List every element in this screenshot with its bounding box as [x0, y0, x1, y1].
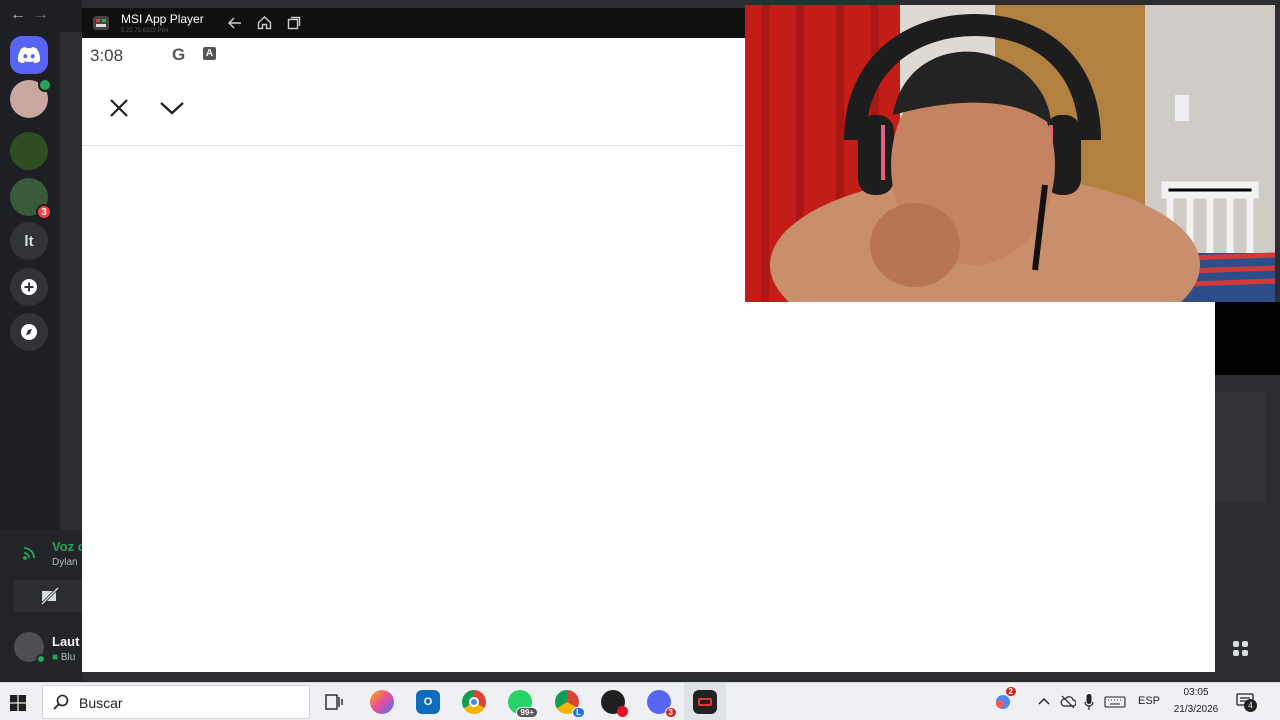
discord-taskbar-icon[interactable]: 3 [647, 690, 677, 718]
chrome-profile-badge: L [572, 707, 585, 718]
chevron-up-icon[interactable] [1038, 697, 1050, 705]
gamepad-icon: ■ [52, 652, 61, 663]
voice-status: Voz c [52, 539, 85, 554]
user-name: Laut [52, 634, 80, 649]
outlook-icon[interactable]: O [416, 690, 440, 714]
taskbar: Buscar O 99+ L 3 2 ESP 03:05 21/3/2026 4 [0, 682, 1280, 720]
back-arrow-icon[interactable]: ← [10, 6, 26, 24]
grid-icon[interactable] [1232, 640, 1250, 658]
chrome-profile-icon[interactable]: L [555, 690, 585, 718]
emulator-window: MSI App Player 5.22.75.6322 P64 3:08 G A [82, 8, 745, 672]
notifications-badge: 4 [1244, 699, 1257, 712]
server-avatar-2[interactable] [10, 132, 48, 170]
notification-center-icon[interactable]: 4 [1236, 693, 1257, 712]
explore-icon[interactable] [10, 313, 48, 351]
voice-channel-name[interactable]: Dylan [52, 557, 78, 568]
widgets-icon[interactable]: 2 [991, 686, 1017, 714]
copilot-icon[interactable] [370, 690, 394, 714]
server-avatar-3[interactable]: 3 [10, 178, 52, 220]
close-icon[interactable] [109, 98, 129, 118]
server-rail: 3 lt [0, 32, 60, 532]
avatar[interactable] [14, 632, 46, 664]
whatsapp-icon[interactable]: 99+ [508, 690, 538, 718]
user-status-text: Blu [60, 652, 76, 663]
black-strip [1215, 302, 1280, 375]
user-status: ■ Blu [52, 652, 75, 663]
chevron-down-icon[interactable] [159, 100, 185, 116]
search-icon [53, 694, 69, 710]
microphone-icon[interactable] [1084, 693, 1094, 711]
msi-app-player-taskbar-icon[interactable] [693, 690, 717, 714]
divider [82, 145, 745, 146]
onedrive-offline-icon[interactable] [1060, 695, 1076, 709]
voice-panel: Voz c Dylan Laut ■ Blu [0, 530, 85, 682]
discord-member-panel [1215, 392, 1265, 502]
recent-apps-icon[interactable] [287, 16, 301, 30]
widgets-badge: 2 [1004, 686, 1017, 697]
webcam-feed [745, 5, 1275, 302]
online-status-icon [36, 654, 46, 664]
google-icon: G [172, 45, 186, 64]
windows-start-icon[interactable] [10, 695, 26, 711]
desktop: ← → 3 lt Voz c Dylan Laut ■ Blu MSI App … [0, 0, 1280, 720]
chrome-icon[interactable] [462, 690, 486, 714]
clock-date[interactable]: 21/3/2026 [1166, 704, 1226, 715]
keyboard-icon[interactable] [1104, 696, 1126, 708]
emulator-title: MSI App Player [121, 12, 204, 26]
taskbar-search-box[interactable]: Buscar [42, 685, 310, 719]
discord-badge: 3 [664, 707, 677, 718]
back-icon[interactable] [227, 16, 242, 30]
webcam-overlay [745, 5, 1275, 302]
font-notification-icon: A [203, 47, 216, 60]
android-status-bar: 3:08 G A [82, 38, 745, 74]
recorder-icon[interactable] [601, 690, 628, 717]
camera-button[interactable] [14, 580, 82, 612]
add-server-icon[interactable] [10, 268, 48, 306]
search-placeholder: Buscar [79, 695, 123, 711]
server-lt[interactable]: lt [10, 222, 48, 260]
emulator-version: 5.22.75.6322 P64 [121, 28, 169, 34]
camera-off-icon [40, 587, 60, 605]
app-player-logo-icon [93, 16, 109, 30]
clock-time[interactable]: 03:05 [1170, 687, 1222, 698]
emulator-titlebar: MSI App Player 5.22.75.6322 P64 [82, 8, 745, 38]
server-avatar-1[interactable] [10, 78, 52, 118]
signal-icon [23, 547, 35, 560]
status-dot-icon [38, 78, 52, 92]
whatsapp-badge: 99+ [516, 707, 538, 718]
mention-badge: 3 [36, 204, 52, 220]
home-icon[interactable] [257, 15, 272, 30]
discord-titlebar: ← → [0, 0, 82, 32]
discord-home-icon[interactable] [10, 36, 48, 74]
task-view-icon[interactable] [325, 694, 343, 710]
status-clock: 3:08 [90, 46, 124, 65]
forward-arrow-icon[interactable]: → [33, 6, 49, 24]
input-language[interactable]: ESP [1138, 695, 1160, 707]
